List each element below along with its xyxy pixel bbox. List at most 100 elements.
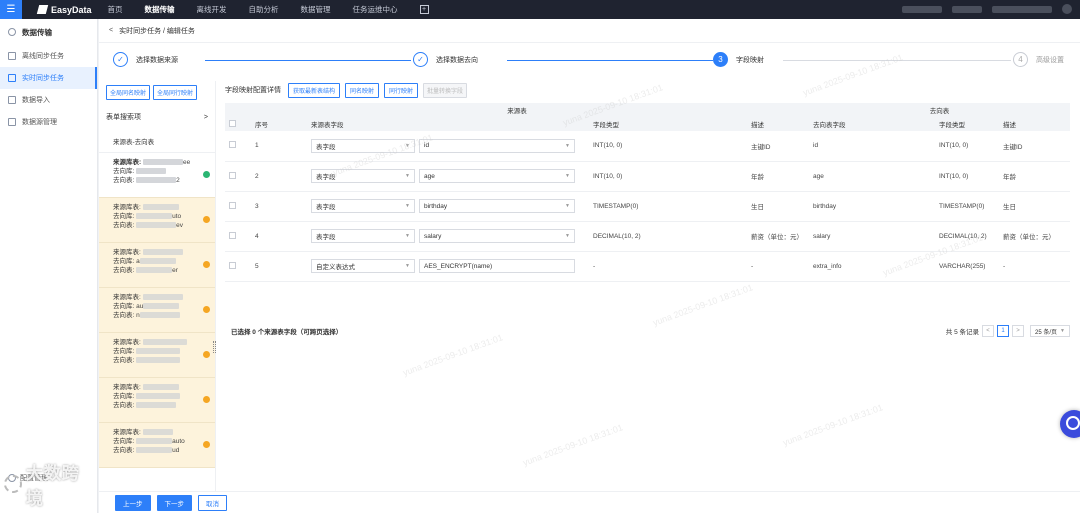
global-mapping-buttons: 全局同名映射 全局同行映射 bbox=[99, 81, 215, 104]
blurred-name bbox=[142, 294, 183, 301]
nav-offline-dev[interactable]: 离线开发 bbox=[197, 4, 227, 15]
top-nav: 首页 数据传输 离线开发 自助分析 数据管理 任务运维中心 bbox=[108, 4, 420, 15]
add-tab-icon[interactable]: + bbox=[419, 5, 429, 14]
table-row: 4 表字段 ▼ salary ▼ DECIMAL(10, 2) 薪资（单位：元） s… bbox=[225, 221, 1070, 252]
target-group-header: 去向表 bbox=[809, 103, 1070, 117]
check-icon: ✓ bbox=[413, 52, 428, 67]
chevron-down-icon: ▼ bbox=[565, 142, 570, 149]
list-item[interactable]: 来源库表: ee 去向库: 去向表: 2 bbox=[99, 153, 215, 198]
logo-icon bbox=[36, 5, 49, 14]
back-icon[interactable]: < bbox=[109, 27, 113, 34]
table-search[interactable]: 表单搜索项 > bbox=[106, 110, 208, 124]
row-checkbox[interactable] bbox=[229, 231, 236, 239]
table-row: 1 表字段 ▼ id ▼ INT(10, 0) 主键ID id INT(10, 0)… bbox=[225, 131, 1070, 162]
nav-ops-center[interactable]: 任务运维中心 bbox=[353, 4, 398, 15]
target-table-label: 去向表: bbox=[113, 357, 135, 364]
step-select-source[interactable]: ✓ 选择数据来源 bbox=[113, 52, 178, 67]
list-item[interactable]: 来源库表: 去向库: 去向表: bbox=[99, 333, 215, 378]
step-select-target[interactable]: ✓ 选择数据去向 bbox=[413, 52, 478, 67]
chevron-right-icon[interactable]: > bbox=[204, 114, 208, 121]
step-number: 3 bbox=[713, 52, 728, 67]
source-label: 来源库表: bbox=[113, 339, 141, 346]
next-page-icon[interactable]: > bbox=[1012, 325, 1025, 337]
row-checkbox[interactable] bbox=[229, 171, 236, 179]
step-line bbox=[783, 60, 1011, 61]
step-label: 字段映射 bbox=[736, 56, 764, 64]
logo[interactable]: EasyData bbox=[36, 5, 92, 15]
sidebar-item-label: 数据源管理 bbox=[22, 119, 57, 126]
sidebar-item-offline-sync[interactable]: 离线同步任务 bbox=[0, 45, 97, 67]
col-source-desc: 描述 bbox=[747, 117, 809, 131]
target-type: TIMESTAMP(0) bbox=[935, 191, 999, 222]
target-table-label: 去向表: bbox=[113, 447, 135, 454]
same-row-mapping-button[interactable]: 同行映射 bbox=[384, 82, 419, 98]
assistant-float-button[interactable] bbox=[1060, 410, 1080, 438]
name-tail: ud bbox=[172, 447, 180, 454]
table-list-panel: 全局同名映射 全局同行映射 表单搜索项 > 来源表-去向表 来源库表: ee 去… bbox=[99, 81, 216, 491]
blurred-name bbox=[136, 447, 173, 454]
name-tail: auto bbox=[172, 438, 185, 445]
row-checkbox[interactable] bbox=[229, 141, 236, 149]
blurred-name bbox=[142, 249, 183, 256]
field-kind-select[interactable]: 表字段 ▼ bbox=[311, 229, 415, 243]
sidebar-item-label: 数据导入 bbox=[22, 97, 50, 104]
same-name-mapping-button[interactable]: 同名映射 bbox=[345, 82, 380, 98]
global-same-name-button[interactable]: 全局同名映射 bbox=[106, 85, 151, 100]
step-field-mapping[interactable]: 3 字段映射 bbox=[713, 52, 764, 67]
source-field-select[interactable]: birthday ▼ bbox=[419, 199, 575, 213]
col-source-field: 来源表字段 bbox=[307, 117, 589, 131]
target-lib-label: 去向库: bbox=[113, 168, 135, 175]
source-field-select[interactable]: salary ▼ bbox=[419, 229, 575, 243]
list-header: 来源表-去向表 bbox=[99, 130, 215, 153]
cancel-button[interactable]: 取消 bbox=[198, 494, 227, 511]
select-value: id bbox=[424, 142, 430, 150]
nav-home[interactable]: 首页 bbox=[108, 4, 123, 15]
row-checkbox[interactable] bbox=[229, 261, 236, 269]
nav-self-analysis[interactable]: 自助分析 bbox=[249, 4, 279, 15]
global-same-row-button[interactable]: 全局同行映射 bbox=[153, 85, 198, 100]
sidebar-item-realtime-sync[interactable]: 实时同步任务 bbox=[0, 67, 97, 89]
list-item[interactable]: 来源库表: 去向库: auto 去向表: ud bbox=[99, 423, 215, 468]
select-all-checkbox[interactable] bbox=[229, 119, 236, 127]
main-content: < 实时同步任务 / 编辑任务 ✓ 选择数据来源 ✓ 选择数据去向 3 字段映射… bbox=[99, 19, 1080, 513]
source-field-cell: 表字段 ▼ salary ▼ bbox=[307, 221, 589, 252]
target-table-label: 去向表: bbox=[113, 222, 135, 229]
target-desc: 年龄 bbox=[999, 161, 1070, 192]
step-advanced-settings[interactable]: 4 高级设置 bbox=[1013, 52, 1064, 67]
next-step-button[interactable]: 下一步 bbox=[156, 494, 192, 511]
page-size-select[interactable]: 25 条/页 ▼ bbox=[1030, 325, 1070, 337]
sidebar-item-data-import[interactable]: 数据导入 bbox=[0, 89, 97, 111]
field-kind-select[interactable]: 自定义表达式 ▼ bbox=[311, 259, 415, 273]
nav-data-manage[interactable]: 数据管理 bbox=[301, 4, 331, 15]
field-kind-select[interactable]: 表字段 ▼ bbox=[311, 138, 415, 153]
user-avatar[interactable] bbox=[1062, 4, 1072, 14]
nav-data-transfer[interactable]: 数据传输 bbox=[145, 4, 175, 15]
select-value: 自定义表达式 bbox=[316, 264, 355, 271]
prev-step-button[interactable]: 上一步 bbox=[115, 494, 151, 511]
row-checkbox[interactable] bbox=[229, 201, 236, 209]
sidebar-item-label: 实时同步任务 bbox=[22, 75, 64, 82]
row-select-cell bbox=[225, 251, 251, 282]
warning-status-icon bbox=[203, 396, 210, 403]
list-item[interactable]: 来源库表: 去向库: a 去向表: er bbox=[99, 243, 215, 288]
field-kind-select[interactable]: 表字段 ▼ bbox=[311, 169, 415, 183]
panel-resize-handle[interactable] bbox=[213, 341, 216, 353]
page-number[interactable]: 1 bbox=[997, 325, 1010, 337]
menu-icon[interactable]: ☰ bbox=[0, 0, 22, 19]
prev-page-icon[interactable]: < bbox=[982, 325, 995, 337]
list-item[interactable]: 来源库表: 去向库: au 去向表: n bbox=[99, 288, 215, 333]
list-item[interactable]: 来源库表: 去向库: uto 去向表: ev bbox=[99, 198, 215, 243]
warning-status-icon bbox=[203, 351, 210, 358]
source-field-select[interactable]: id ▼ bbox=[419, 138, 575, 153]
sidebar-item-datasource[interactable]: 数据源管理 bbox=[0, 111, 97, 133]
source-label: 来源库表: bbox=[113, 294, 141, 301]
list-item[interactable]: 来源库表: 去向库: 去向表: bbox=[99, 378, 215, 423]
source-field-select[interactable]: age ▼ bbox=[419, 169, 575, 183]
batch-convert-button[interactable]: 批量转换字段 bbox=[423, 82, 468, 98]
field-kind-select[interactable]: 表字段 ▼ bbox=[311, 199, 415, 213]
target-lib-label: 去向库: bbox=[113, 303, 135, 310]
refresh-schema-button[interactable]: 获取最新表结构 bbox=[288, 82, 341, 98]
col-target-type: 字段类型 bbox=[935, 117, 999, 131]
expression-input[interactable]: AES_ENCRYPT(name) bbox=[419, 259, 575, 273]
sidebar: 数据传输 离线同步任务 实时同步任务 数据导入 数据源管理 配置管理 大数跨境 bbox=[0, 19, 98, 513]
